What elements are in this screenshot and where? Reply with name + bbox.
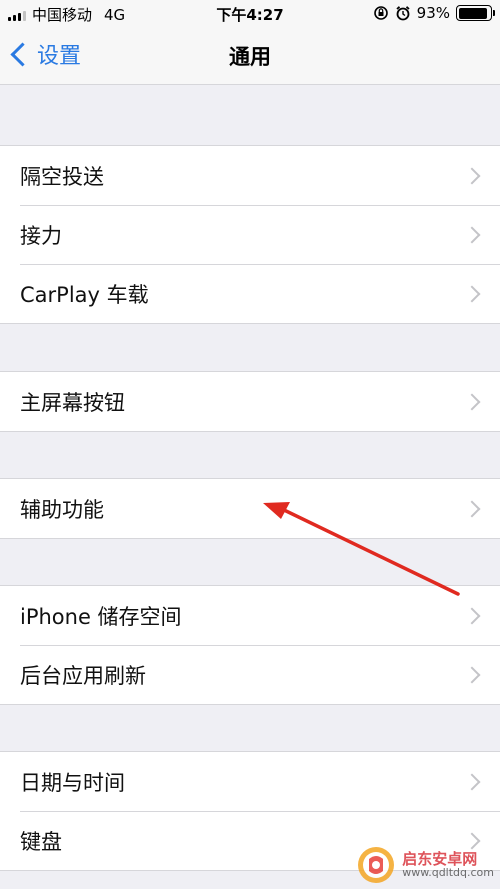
chevron-right-icon	[463, 500, 481, 517]
list-item-label: 后台应用刷新	[20, 663, 146, 688]
watermark-title: 启东安卓网	[402, 849, 478, 868]
list-item-label: 主屏幕按钮	[20, 390, 125, 415]
chevron-right-icon	[463, 285, 481, 302]
list-item-label: 键盘	[20, 829, 62, 854]
chevron-right-icon	[463, 666, 481, 683]
list-item-carplay[interactable]: CarPlay 车载	[0, 264, 500, 323]
chevron-right-icon	[463, 607, 481, 624]
alarm-icon	[396, 6, 410, 21]
list-item-label: 日期与时间	[20, 770, 125, 795]
settings-group-accessibility: 辅助功能	[0, 478, 500, 539]
battery-icon	[456, 5, 495, 21]
list-item-date-time[interactable]: 日期与时间	[0, 752, 500, 811]
watermark: 启东安卓网 www.qdltdq.com	[356, 845, 494, 885]
list-item-handoff[interactable]: 接力	[0, 205, 500, 264]
list-item-background-refresh[interactable]: 后台应用刷新	[0, 645, 500, 704]
list-item-label: CarPlay 车载	[20, 282, 149, 307]
settings-group-home-button: 主屏幕按钮	[0, 371, 500, 432]
list-item-label: 辅助功能	[20, 497, 104, 522]
list-item-iphone-storage[interactable]: iPhone 储存空间	[0, 586, 500, 645]
battery-percent: 93%	[416, 4, 450, 22]
watermark-url: www.qdltdq.com	[402, 866, 494, 880]
list-item-label: 隔空投送	[20, 164, 104, 189]
list-item-accessibility[interactable]: 辅助功能	[0, 479, 500, 538]
chevron-right-icon	[463, 226, 481, 243]
status-bar: 中国移动 4G 下午4:27 93%	[0, 0, 500, 28]
page-title: 通用	[229, 45, 271, 69]
rotation-lock-icon	[373, 6, 388, 20]
settings-group-storage: iPhone 储存空间 后台应用刷新	[0, 585, 500, 705]
list-item-label: 接力	[20, 223, 62, 248]
list-item-airdrop[interactable]: 隔空投送	[0, 146, 500, 205]
list-item-home-button[interactable]: 主屏幕按钮	[0, 372, 500, 431]
settings-screen: 中国移动 4G 下午4:27 93% 设置 通用 隔空投送 接力 CarPlay…	[0, 0, 500, 889]
navigation-bar: 设置 通用	[0, 28, 500, 85]
watermark-logo-icon	[358, 847, 395, 883]
watermark-text: 启东安卓网 www.qdltdq.com	[402, 851, 494, 880]
list-item-label: iPhone 储存空间	[20, 604, 182, 629]
chevron-right-icon	[463, 393, 481, 410]
status-right: 93%	[373, 4, 495, 22]
chevron-right-icon	[463, 773, 481, 790]
settings-group-sharing: 隔空投送 接力 CarPlay 车载	[0, 145, 500, 324]
chevron-right-icon	[463, 167, 481, 184]
